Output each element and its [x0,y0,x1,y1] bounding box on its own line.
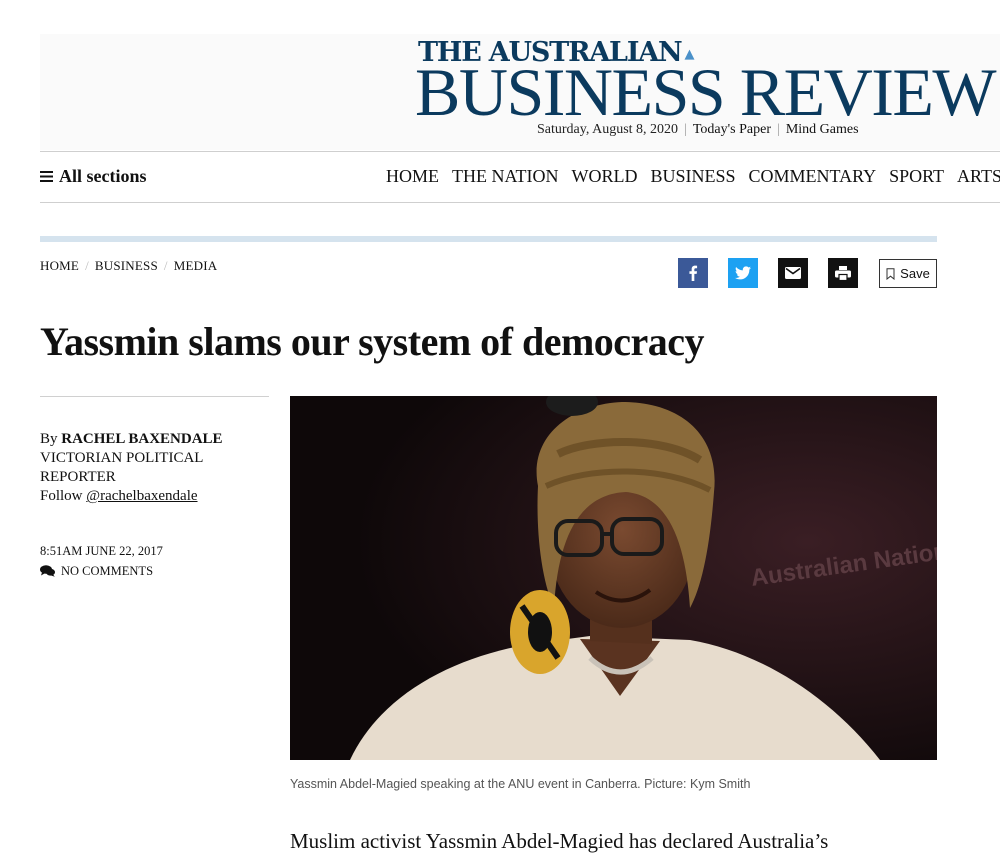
all-sections-label: All sections [59,166,147,186]
twitter-icon [735,266,751,280]
hamburger-icon [40,171,53,182]
breadcrumb: HOME / BUSINESS / MEDIA [40,258,218,273]
section-divider [40,236,937,242]
mind-games-link[interactable]: Mind Games [786,122,859,137]
nav-links: HOME THE NATION WORLD BUSINESS COMMENTARY SPO… [386,166,1000,187]
current-date: Saturday, August 8, 2020 [537,122,679,137]
comments-count: NO COMMENTS [61,564,154,578]
article-photo[interactable]: Australian National University [290,396,937,760]
comments-link[interactable]: NO COMMENTS [40,561,163,581]
share-facebook-button[interactable] [678,258,708,288]
share-twitter-button[interactable] [728,258,758,288]
article-meta: 8:51AM JUNE 22, 2017 NO COMMENTS [40,541,163,581]
nav-world[interactable]: WORLD [571,166,637,186]
facebook-icon [689,265,698,281]
save-label: Save [900,266,930,281]
nav-business[interactable]: BUSINESS [650,166,735,186]
save-button[interactable]: Save [879,259,937,288]
logo-line2: BUSINESS REVIEW [415,54,997,130]
nav-commentary[interactable]: COMMENTARY [749,166,877,186]
byline: By RACHEL BAXENDALE VICTORIAN POLITICAL … [40,430,260,506]
all-sections-button[interactable]: All sections [40,166,147,187]
main-nav: All sections HOME THE NATION WORLD BUSINESS… [40,151,1000,203]
publish-timestamp: 8:51AM JUNE 22, 2017 [40,544,163,558]
email-icon [785,267,801,279]
nav-arts[interactable]: ARTS [957,166,1000,186]
photo-caption: Yassmin Abdel-Magied speaking at the ANU… [290,777,751,791]
article-headline: Yassmin slams our system of democracy [40,319,705,364]
breadcrumb-home[interactable]: HOME [40,258,79,273]
share-email-button[interactable] [778,258,808,288]
comments-icon [40,565,55,577]
dateline: Saturday, August 8, 2020 | Today's Paper | M… [537,122,859,137]
author-twitter-link[interactable]: @rachelbaxendale [86,488,197,504]
nav-the-nation[interactable]: THE NATION [452,166,558,186]
photo-illustration: Australian National University [290,396,937,760]
follow-prefix: Follow [40,488,83,504]
author-name[interactable]: RACHEL BAXENDALE [61,431,222,447]
print-button[interactable] [828,258,858,288]
todays-paper-link[interactable]: Today's Paper [693,122,771,137]
bookmark-icon [886,267,895,280]
byline-prefix: By [40,431,58,447]
breadcrumb-media[interactable]: MEDIA [174,258,218,273]
breadcrumb-business[interactable]: BUSINESS [95,258,158,273]
nav-sport[interactable]: SPORT [889,166,944,186]
article-body: Muslim activist Yassmin Abdel-Magied has… [290,829,829,862]
nav-home[interactable]: HOME [386,166,439,186]
byline-divider [40,396,269,397]
author-role: VICTORIAN POLITICAL REPORTER [40,450,203,485]
print-icon [835,265,851,281]
